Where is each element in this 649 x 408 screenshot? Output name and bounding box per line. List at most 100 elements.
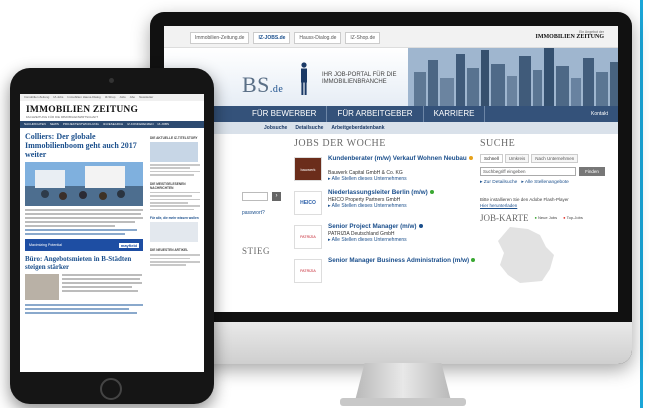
article-link-line[interactable] [25, 312, 137, 314]
masthead-logo[interactable]: IMMOBILIEN ZEITUNG [26, 105, 198, 115]
article-teaser-row [25, 274, 145, 300]
map-legend-top-text: Top-Jobs [566, 215, 583, 220]
job-listing[interactable]: PATRIZIA Senior Project Manager (m/w) PA… [294, 223, 476, 253]
tagline-line-2: IMMOBILIENBRANCHE [322, 79, 387, 85]
tablet-nav-item[interactable]: IZ-RESEARCH [103, 121, 123, 128]
tablet-top-link[interactable]: Jobs [119, 95, 125, 100]
ad-brand: mayfield [118, 242, 139, 248]
article-photo[interactable] [25, 162, 143, 206]
tablet-nav-item[interactable]: NACHRICHTEN [24, 121, 46, 128]
job-title-link[interactable]: Senior Manager Business Administration (… [328, 257, 478, 264]
nav-contact-link[interactable]: Kontakt [591, 111, 618, 117]
accent-edge-line [640, 0, 643, 408]
portal-tab[interactable]: Hauss-Dialog.de [294, 32, 342, 44]
search-links: ▸ Zur Detailsuche ▸ Alle Stellenangebote [480, 180, 614, 185]
site-logo[interactable]: BS.de [242, 72, 283, 98]
article-teaser-text [62, 274, 145, 300]
company-logo[interactable]: HEICO [294, 191, 322, 215]
search-tab-unternehmen[interactable]: Nach Unternehmen [531, 154, 579, 163]
job-title-link[interactable]: Senior Project Manager (m/w) [328, 223, 478, 230]
device-mockup-scene: Immobilien-Zeitung.de IZ-JOBS.de Hauss-D… [0, 0, 649, 408]
job-listing[interactable]: HEICO Niederlassungsleiter Berlin (m/w) … [294, 189, 476, 219]
sidebar-text-line [150, 264, 186, 267]
article-link-line[interactable] [25, 308, 129, 310]
job-title-link[interactable]: Kundenberater (m/w) Verkauf Wohnen Neuba… [328, 155, 478, 162]
subnav-item-detailsuche[interactable]: Detailsuche [295, 125, 323, 131]
tablet-sidebar: DIE AKTUELLE IZ-TITELSTORY DIE MEISTGELE… [150, 134, 200, 268]
sidebar-heading: DIE MEISTGELESENEN NACHRICHTEN [150, 181, 186, 190]
nav-item-arbeitgeber[interactable]: FÜR ARBEITGEBER [327, 106, 424, 122]
subnav-item-jobsuche[interactable]: Jobsuche [264, 125, 287, 131]
job-title-text: Senior Project Manager (m/w) [328, 223, 417, 230]
company-logo[interactable]: bauwerk [294, 157, 322, 181]
search-input[interactable]: Suchbegriff eingeben [480, 167, 576, 176]
company-jobs-link[interactable]: ▸ Alle Stellen dieses Unternehmens [328, 176, 407, 182]
ipad-device: Immobilien Zeitung IZ-Jobs Immobilien Ha… [10, 68, 214, 404]
article-text-line [25, 209, 143, 211]
tablet-nav-item[interactable]: PROJEKTENTWICKLUNG [63, 121, 99, 128]
portal-tab[interactable]: IZ-Shop.de [345, 32, 381, 44]
sidebar-text-line [150, 201, 188, 204]
login-field[interactable] [242, 192, 268, 201]
tagline-line-1: IHR JOB-PORTAL FÜR DIE [322, 72, 397, 78]
portal-tab-active[interactable]: IZ-JOBS.de [253, 32, 291, 44]
logo-main-text: BS [242, 72, 270, 97]
job-listing[interactable]: PATRIZIA Senior Manager Business Adminis… [294, 257, 476, 287]
tablet-top-link[interactable]: Abo [130, 95, 135, 100]
sidebar-text-line [150, 191, 200, 194]
sponsor-logo[interactable]: IMMOBILIEN ZEITUNG [535, 34, 604, 40]
company-jobs-link-text: Alle Stellen dieses Unternehmens [331, 237, 407, 243]
tablet-top-links: Immobilien Zeitung IZ-Jobs Immobilien Ha… [20, 94, 204, 101]
job-title-link[interactable]: Niederlassungsleiter Berlin (m/w) [328, 189, 478, 196]
promo-image[interactable] [150, 222, 198, 243]
sponsor-block: Ein Angebot der IMMOBILIEN ZEITUNG [535, 30, 604, 40]
search-row: Suchbegriff eingeben Finden [480, 167, 614, 176]
mayfield-ad-banner[interactable]: Maximizing Potential mayfield [25, 239, 143, 251]
article-link-line[interactable] [25, 304, 143, 306]
home-button-icon[interactable] [100, 378, 122, 400]
tablet-top-link[interactable]: Immobilien Zeitung [24, 95, 49, 100]
search-button[interactable]: Finden [579, 167, 605, 176]
job-listing[interactable]: bauwerk Kundenberater (m/w) Verkauf Wohn… [294, 155, 476, 185]
tablet-top-link[interactable]: Immobilien Hauss-Dialog [67, 95, 100, 100]
germany-map-image[interactable] [480, 225, 570, 285]
flash-download-link[interactable]: Hier herunterladen [480, 203, 614, 208]
portal-tab[interactable]: Immobilien-Zeitung.de [190, 32, 250, 44]
forgot-password-link[interactable]: passwort? [242, 210, 265, 216]
tablet-nav-item[interactable]: IZ-JOBS [158, 121, 170, 128]
titlestory-thumbnail[interactable] [150, 142, 198, 162]
company-logo[interactable]: PATRIZIA [294, 259, 322, 283]
sidebar-text-line [150, 254, 200, 256]
masthead-subtitle: FACHZEITUNG FÜR DIE IMMOBILIENWIRTSCHAFT [26, 115, 99, 119]
company-logo[interactable]: PATRIZIA [294, 225, 322, 249]
login-submit-arrow-icon[interactable]: › [272, 192, 281, 201]
tablet-main-column: Colliers: Der globale Immobilienboom geh… [25, 132, 145, 316]
all-jobs-link[interactable]: ▸ Alle Stellenangebote [521, 180, 569, 185]
nav-item-karriere[interactable]: KARRIERE [424, 106, 486, 122]
detail-search-link[interactable]: ▸ Zur Detailsuche [480, 180, 517, 185]
article-text-line [62, 278, 140, 280]
tablet-top-link[interactable]: IZ-Jobs [53, 95, 63, 100]
imac-foot [340, 398, 466, 406]
article-thumbnail[interactable] [25, 274, 59, 300]
article-headline[interactable]: Büro: Angebotsmieten in B-Städten steige… [25, 255, 145, 271]
article-headline[interactable]: Colliers: Der globale Immobilienboom geh… [25, 132, 145, 159]
company-jobs-link[interactable]: ▸ Alle Stellen dieses Unternehmens [328, 203, 407, 209]
company-jobs-link[interactable]: ▸ Alle Stellen dieses Unternehmens [328, 237, 407, 243]
sidebar-text-line [150, 167, 190, 169]
sidebar-promo[interactable]: Für alle, die mehr wissen wollen [150, 216, 200, 220]
tablet-navigation: NACHRICHTEN NEWS PROJEKTENTWICKLUNG IZ-R… [20, 121, 204, 128]
article-link-line[interactable] [25, 229, 137, 231]
person-icon [301, 62, 307, 95]
search-tab-umkreis[interactable]: Umkreis [504, 154, 530, 163]
tablet-nav-item[interactable]: NEWS [50, 121, 59, 128]
article-link-line[interactable] [25, 233, 125, 235]
left-column-partial: › passwort? STIEG [242, 138, 292, 308]
tablet-top-link[interactable]: IZ-Shop [105, 95, 116, 100]
subnav-item-arbeitgeberdatenbank[interactable]: Arbeitgeberdatenbank [331, 125, 384, 131]
tablet-top-link[interactable]: Newsletter [139, 95, 153, 100]
search-tabs: Schnell Umkreis Nach Unternehmen [480, 154, 614, 163]
job-title-text: Kundenberater (m/w) Verkauf Wohnen Neuba… [328, 155, 467, 162]
search-tab-schnell[interactable]: Schnell [480, 154, 503, 163]
tablet-nav-item[interactable]: IZ-KONFERENZEN [127, 121, 153, 128]
